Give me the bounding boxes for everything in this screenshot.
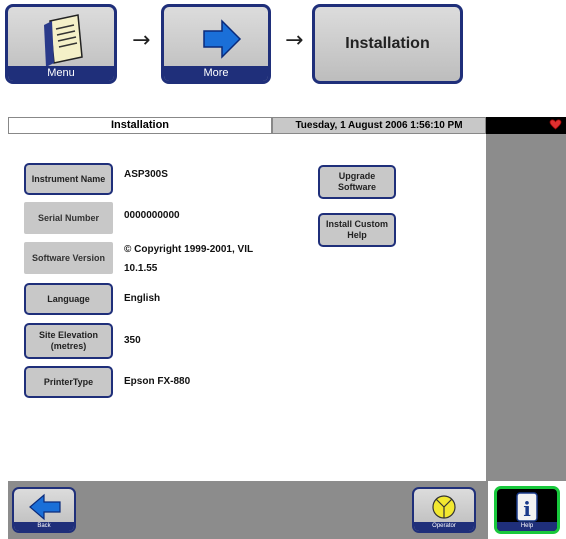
- back-arrow-icon: [29, 493, 61, 521]
- arrow-right-icon: [203, 19, 242, 59]
- heart-icon: [549, 119, 562, 130]
- svg-text:i: i: [523, 497, 531, 521]
- instrument-name-value: ASP300S: [124, 169, 168, 180]
- date-time: Tuesday, 1 August 2006 1:56:10 PM: [272, 117, 486, 134]
- printer-type-button[interactable]: PrinterType: [24, 366, 113, 398]
- printer-type-value: Epson FX-880: [124, 376, 191, 387]
- nav-installation-label: Installation: [345, 35, 430, 52]
- status-area: [486, 117, 566, 134]
- screen-title: Installation: [8, 117, 272, 134]
- path-arrow-2: →: [285, 28, 304, 53]
- operator-button[interactable]: Operator: [412, 487, 476, 533]
- software-version-value: 10.1.55: [124, 263, 158, 274]
- menu-document-icon: [44, 14, 83, 67]
- back-button[interactable]: Back: [12, 487, 76, 533]
- nav-installation-button[interactable]: Installation: [312, 4, 463, 84]
- installation-screen: Installation Tuesday, 1 August 2006 1:56…: [8, 117, 566, 539]
- serial-number-label: Serial Number: [24, 202, 113, 234]
- site-elevation-value: 350: [124, 335, 141, 346]
- right-sidebar: [486, 134, 566, 481]
- bottom-toolbar: Back Operator: [8, 481, 488, 539]
- language-button[interactable]: Language: [24, 283, 113, 315]
- operator-label: Operator: [414, 522, 474, 531]
- help-button[interactable]: i Help: [494, 486, 560, 534]
- nav-menu-button[interactable]: Menu: [5, 4, 117, 84]
- title-bar: Installation Tuesday, 1 August 2006 1:56…: [8, 117, 566, 134]
- software-version-label: Software Version: [24, 242, 113, 274]
- nav-more-button[interactable]: More: [161, 4, 271, 84]
- upgrade-software-button[interactable]: Upgrade Software: [318, 165, 396, 199]
- path-arrow-1: →: [132, 28, 151, 53]
- nav-more-label: More: [164, 66, 268, 81]
- info-icon: i: [516, 492, 538, 522]
- language-value: English: [124, 293, 161, 304]
- site-elevation-button[interactable]: Site Elevation (metres): [24, 323, 113, 359]
- operator-icon: [432, 495, 456, 519]
- serial-number-value: 0000000000: [124, 210, 180, 221]
- install-custom-help-button[interactable]: Install Custom Help: [318, 213, 396, 247]
- software-version-copyright: © Copyright 1999-2001, VIL: [124, 244, 254, 255]
- nav-menu-label: Menu: [8, 66, 114, 81]
- back-label: Back: [14, 522, 74, 531]
- help-label: Help: [497, 522, 557, 531]
- instrument-name-button[interactable]: Instrument Name: [24, 163, 113, 195]
